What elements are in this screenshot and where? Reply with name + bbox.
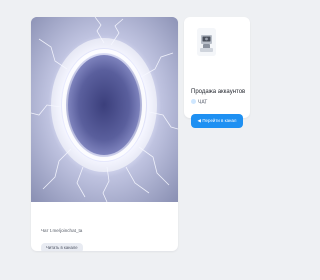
chat-status-dot-icon [191,99,196,104]
channel-subtitle: ЧАТ [191,99,207,106]
go-to-channel-button[interactable]: ◀ Перейти в канал [191,114,243,128]
page: Чат t.me/joinchat_ta Читать в канале Про… [0,0,280,280]
post-image[interactable] [31,17,178,202]
lightning-ring-image [31,17,178,202]
channel-card: Продажа аккаунтов ЧАТ ◀ Перейти в канал [184,17,250,128]
channel-title: Продажа аккаунтов [191,89,246,95]
post-card: Чат t.me/joinchat_ta Читать в канале [31,17,178,251]
read-in-channel-tag[interactable]: Читать в канале [41,243,83,251]
device-avatar-icon [197,28,216,56]
go-to-channel-label: Перейти в канал [202,118,237,123]
channel-subtitle-text: ЧАТ [198,99,208,106]
post-caption: Чат t.me/joinchat_ta [41,228,83,233]
channel-avatar [197,28,216,56]
arrow-left-icon: ◀ [197,118,201,123]
